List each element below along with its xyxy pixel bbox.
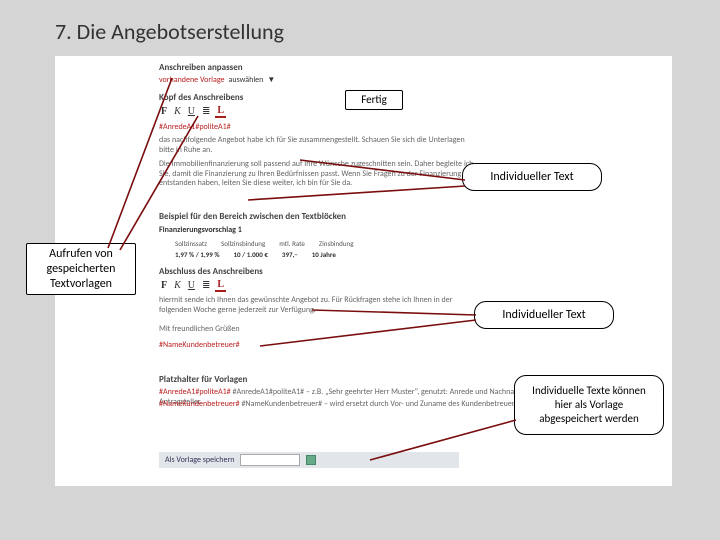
save-icon[interactable] [306,455,316,465]
link-button[interactable]: L [215,279,226,292]
italic-button[interactable]: K [172,280,183,291]
save-template-name-input[interactable] [240,454,300,466]
section-anschreiben: Anschreiben anpassen [159,62,243,73]
fin-val-3: 397,– [282,250,298,259]
section-kopf: Kopf des Anschreibens [159,92,243,103]
fin-col-3: mtl. Rate [279,239,305,248]
fin-col-4: Zinsbindung [319,239,354,248]
callout-fertig: Fertig [345,90,403,110]
ph-anrede-inline: #AnredeA1#politeA1# [159,387,231,397]
fin-val-2: 10 / 1.000 € [233,250,267,259]
list-button[interactable]: ≣ [200,280,212,291]
section-abschluss: Abschluss des Anschreibens [159,266,263,277]
section-platzhalter: Platzhalter für Vorlagen [159,374,247,385]
template-dropdown-label: vorhandene Vorlage [159,75,225,85]
save-as-template-bar[interactable]: Als Vorlage speichern [159,452,459,468]
name-placeholder: #NameKundenbetreuer# [159,340,240,350]
toolbar-abschluss[interactable]: F K U ≣ L [159,279,226,292]
fin-val-4: 10 Jahre [312,250,336,259]
bold-button[interactable]: F [159,280,169,291]
fin-header-row: Sollzinssatz Sollzinsbindung mtl. Rate Z… [175,239,354,248]
section-beispiel: Beispiel für den Bereich zwischen den Te… [159,211,346,222]
link-button[interactable]: L [215,105,226,118]
template-dropdown[interactable]: vorhandene Vorlage auswählen ▼ [159,75,275,85]
ph-name-inline: #NameKundenbetreuer# [159,399,240,409]
callout-aufrufen: Aufrufen von gespeicherten Textvorlagen [26,243,136,295]
chevron-down-icon: ▼ [267,75,275,85]
template-dropdown-value: auswählen [229,75,264,85]
abschluss-p1: hiermit sende ich Ihnen das gewünschte A… [159,296,479,315]
fin-value-row: 1,97 % / 1,99 % 10 / 1.000 € 397,– 10 Ja… [175,250,336,259]
callout-individueller-text-1: Individueller Text [462,163,602,191]
fin-col-1: Sollzinssatz [175,239,207,248]
paragraph-2: Die Immobilienfinanzierung soll passend … [159,160,479,189]
paragraph-1: das nachfolgende Angebot habe ich für Si… [159,136,469,155]
anrede-placeholder: #AnredeA1#politeA1# [159,122,231,132]
ph-desc-2: #NameKundenbetreuer# – wird ersetzt durc… [241,399,519,409]
page-title: 7. Die Angebotserstellung [0,0,720,55]
fin-heading: Finanzierungsvorschlag 1 [159,225,242,235]
callout-speichern: Individuelle Texte können hier als Vorla… [514,375,664,435]
toolbar-kopf[interactable]: F K U ≣ L [159,105,226,118]
list-button[interactable]: ≣ [200,106,212,117]
fin-val-1: 1,97 % / 1,99 % [175,250,219,259]
gruss: Mit freundlichen Grüßen [159,324,240,334]
callout-individueller-text-2: Individueller Text [474,301,614,329]
italic-button[interactable]: K [172,106,183,117]
fin-col-2: Sollzinsbindung [221,239,265,248]
bold-button[interactable]: F [159,106,169,117]
underline-button[interactable]: U [186,106,197,117]
save-label: Als Vorlage speichern [165,455,234,465]
underline-button[interactable]: U [186,280,197,291]
